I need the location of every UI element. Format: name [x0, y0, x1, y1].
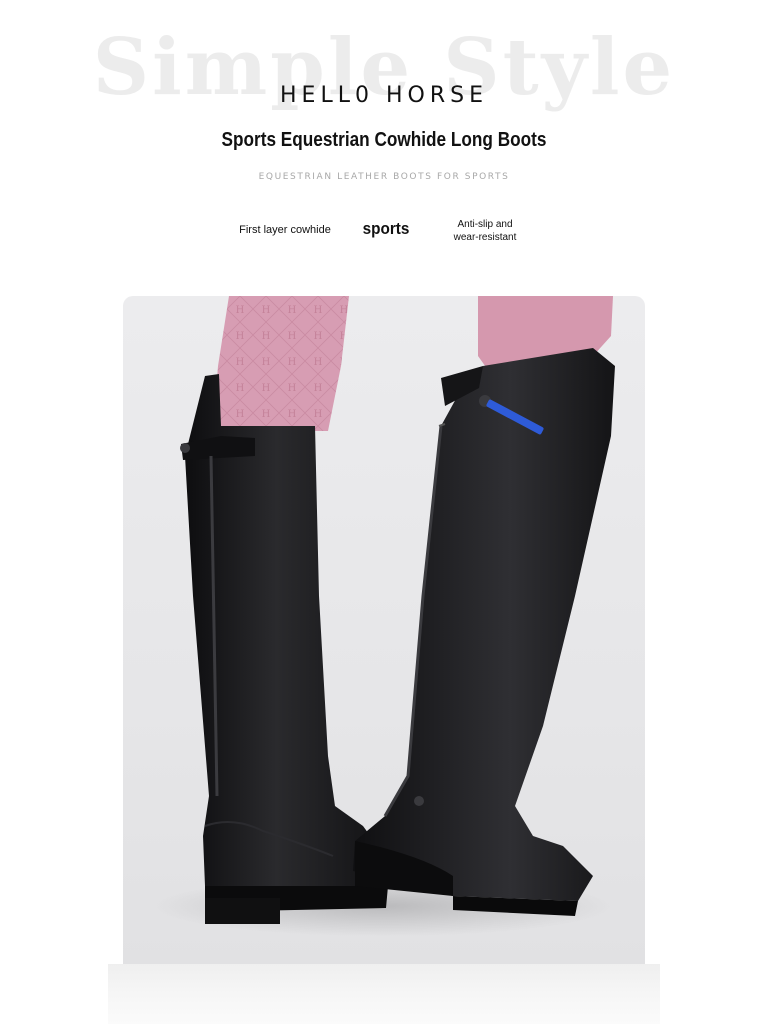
right-boot: [353, 348, 615, 916]
feature-anti-slip-line2: wear-resistant: [453, 232, 517, 243]
boots-illustration: H: [153, 296, 615, 936]
feature-sports: sports: [362, 219, 410, 238]
feature-anti-slip-line1: Anti-slip and: [457, 219, 513, 230]
brand-name: HELL0 HORSE: [280, 83, 488, 108]
product-photo: H: [123, 296, 645, 966]
product-subtitle: EQUESTRIAN LEATHER BOOTS FOR SPORTS: [258, 172, 510, 182]
floor-texture: [108, 964, 660, 1024]
feature-anti-slip: Anti-slip and wear-resistant: [440, 218, 530, 244]
feature-cowhide: First layer cowhide: [239, 224, 331, 236]
product-title: Sports Equestrian Cowhide Long Boots: [221, 129, 547, 151]
left-breeches: [213, 296, 349, 431]
